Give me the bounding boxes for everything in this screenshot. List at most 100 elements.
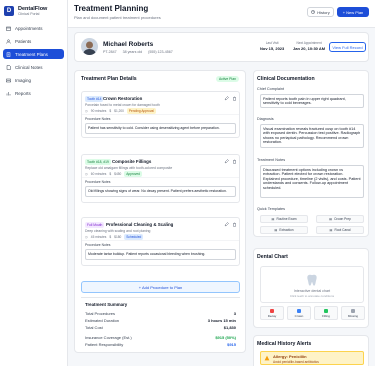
- summary-value: $1,830: [223, 325, 236, 330]
- clinical-title: Clinical Documentation: [257, 76, 315, 82]
- add-procedure-button[interactable]: + Add Procedure to Plan: [81, 281, 240, 293]
- summary-value: $915 (50%): [215, 335, 236, 340]
- patient-phone: (555) 123-4567: [148, 50, 173, 54]
- template-root-canal-button[interactable]: ▤ Root Canal: [316, 226, 364, 234]
- sidebar-nav: Appointments Patients Treatment Plans Cl…: [0, 21, 67, 103]
- treatment-plan-card: Treatment Plan Details Active Plan Tooth…: [74, 70, 246, 353]
- view-record-button[interactable]: View Full Record: [329, 42, 366, 52]
- decay-button[interactable]: Decay: [260, 306, 284, 320]
- history-label: History: [317, 9, 330, 15]
- procedure-description: Replace old amalgam fillings with tooth-…: [85, 166, 173, 170]
- procedure-description: Porcelain fused to metal crown for damag…: [85, 103, 160, 107]
- summary-label: Estimated Duration: [85, 318, 120, 323]
- procedure-name: Crown Restoration: [103, 96, 143, 101]
- template-extraction-button[interactable]: ▤ Extraction: [260, 226, 308, 234]
- delete-icon[interactable]: [232, 222, 237, 227]
- clipboard-icon: [6, 52, 11, 57]
- summary-row: Total Cost $1,830: [85, 325, 236, 330]
- new-plan-button[interactable]: + New Plan: [337, 7, 369, 17]
- dollar-icon: $: [109, 172, 112, 176]
- summary-row: Estimated Duration 3 hours 15 min: [85, 318, 236, 323]
- condition-label: Decay: [267, 313, 277, 318]
- delete-icon[interactable]: [232, 159, 237, 164]
- last-visit-value: Nov 15, 2023: [260, 46, 285, 51]
- warning-icon: [264, 355, 270, 361]
- procedure-notes-field[interactable]: Moderate tartar buildup. Patient reports…: [85, 249, 236, 260]
- clock-icon: ◷: [85, 172, 88, 176]
- last-visit: Last Visit Nov 15, 2023: [260, 41, 284, 51]
- dollar-icon: $: [109, 235, 112, 239]
- clinical-documentation-card: Clinical Documentation Chief Complaint P…: [253, 70, 369, 237]
- procedure-notes-field[interactable]: Patient has sensitivity to cold. Conside…: [85, 123, 236, 134]
- medical-alerts-card: Medical History Alerts Allergy: Penicill…: [253, 335, 369, 366]
- delete-icon[interactable]: [232, 96, 237, 101]
- quick-templates-label: Quick Templates: [257, 207, 285, 211]
- summary-label: Total Procedures: [85, 311, 116, 316]
- document-icon: ▤: [329, 217, 333, 221]
- template-label: Routine Exam: [276, 217, 297, 221]
- dollar-icon: $: [109, 109, 112, 113]
- dental-chart-area[interactable]: Interactive dental chart Click teeth to …: [260, 266, 364, 303]
- page-subtitle: Plan and document patient treatment proc…: [74, 15, 161, 20]
- filling-button[interactable]: Filling: [314, 306, 338, 320]
- procedure-cost: $180: [114, 235, 122, 239]
- page-header: Treatment Planning Plan and document pat…: [68, 0, 375, 28]
- edit-icon[interactable]: [224, 96, 229, 101]
- treatment-notes-field[interactable]: Discussed treatment options including cr…: [260, 165, 364, 198]
- treatment-plan-title: Treatment Plan Details: [81, 76, 137, 82]
- sidebar-item-imaging[interactable]: Imaging: [3, 75, 64, 85]
- template-routine-exam-button[interactable]: ▤ Routine Exam: [260, 215, 308, 223]
- sidebar-item-clinical-notes[interactable]: Clinical Notes: [3, 62, 64, 72]
- procedure-notes-field[interactable]: Old fillings showing signs of wear. No d…: [85, 186, 236, 197]
- summary-label: Total Cost: [85, 325, 103, 330]
- alert-subtitle: Avoid penicillin-based antibiotics: [273, 360, 319, 364]
- sidebar-item-label: Reports: [15, 90, 31, 96]
- next-appointment-value: Jan 20, 10:30 AM: [293, 46, 326, 51]
- condition-label: Missing: [347, 313, 359, 318]
- dental-chart-card: Dental Chart Interactive dental chart Cl…: [253, 248, 369, 328]
- procedure-name: Composite Fillings: [112, 159, 152, 164]
- patient-age: 38 years old: [122, 50, 143, 54]
- sidebar-item-label: Treatment Plans: [15, 51, 48, 57]
- filling-icon: [324, 308, 328, 313]
- summary-value: 3: [233, 311, 236, 316]
- patient-name: Michael Roberts: [103, 41, 154, 48]
- sidebar-item-patients[interactable]: Patients: [3, 36, 64, 46]
- tooth-badge: Tooth #14: [85, 96, 104, 102]
- patient-id: PT-2847: [103, 50, 117, 54]
- procedure-item: Tooth #18, #19 Composite Fillings Replac…: [81, 154, 240, 203]
- summary-row: Patient Responsibility $915: [85, 342, 236, 347]
- sidebar-item-reports[interactable]: Reports: [3, 88, 64, 98]
- new-plan-label: + New Plan: [342, 9, 364, 15]
- template-crown-prep-button[interactable]: ▤ Crown Prep: [316, 215, 364, 223]
- diagnosis-field[interactable]: Visual examination reveals fractured cus…: [260, 124, 364, 148]
- alert-title: Allergy: Penicillin: [273, 354, 307, 359]
- procedure-notes-label: Procedure Notes: [85, 243, 111, 247]
- summary-label: Patient Responsibility: [85, 342, 124, 347]
- next-appointment: Next Appointment Jan 20, 10:30 AM: [293, 41, 325, 51]
- users-icon: [6, 39, 11, 44]
- crown-icon: [297, 308, 301, 313]
- summary-row: Insurance Coverage (Est.) $915 (50%): [85, 335, 236, 340]
- divider: [82, 240, 239, 241]
- edit-icon[interactable]: [224, 159, 229, 164]
- chief-complaint-field[interactable]: Patient reports tooth pain in upper righ…: [260, 94, 364, 108]
- missing-button[interactable]: Missing: [341, 306, 365, 320]
- procedure-cost: $450: [114, 172, 122, 176]
- tooth-badge: Full Mouth: [85, 222, 105, 228]
- procedure-duration: 60 minutes: [90, 172, 107, 176]
- summary-value: 3 hours 15 min: [207, 318, 236, 323]
- sidebar-item-treatment-plans[interactable]: Treatment Plans: [3, 49, 64, 59]
- tooth-badge: Tooth #18, #19: [85, 159, 111, 165]
- sidebar-item-appointments[interactable]: Appointments: [3, 23, 64, 33]
- template-label: Crown Prep: [334, 217, 351, 221]
- summary-value: $915: [227, 342, 236, 347]
- history-button[interactable]: History: [307, 7, 334, 17]
- edit-icon[interactable]: [224, 222, 229, 227]
- template-label: Root Canal: [334, 228, 351, 232]
- template-label: Extraction: [279, 228, 294, 232]
- next-appointment-label: Next Appointment: [296, 41, 322, 45]
- missing-icon: [351, 308, 355, 313]
- crown-button[interactable]: Crown: [287, 306, 311, 320]
- sidebar-item-label: Patients: [15, 38, 32, 44]
